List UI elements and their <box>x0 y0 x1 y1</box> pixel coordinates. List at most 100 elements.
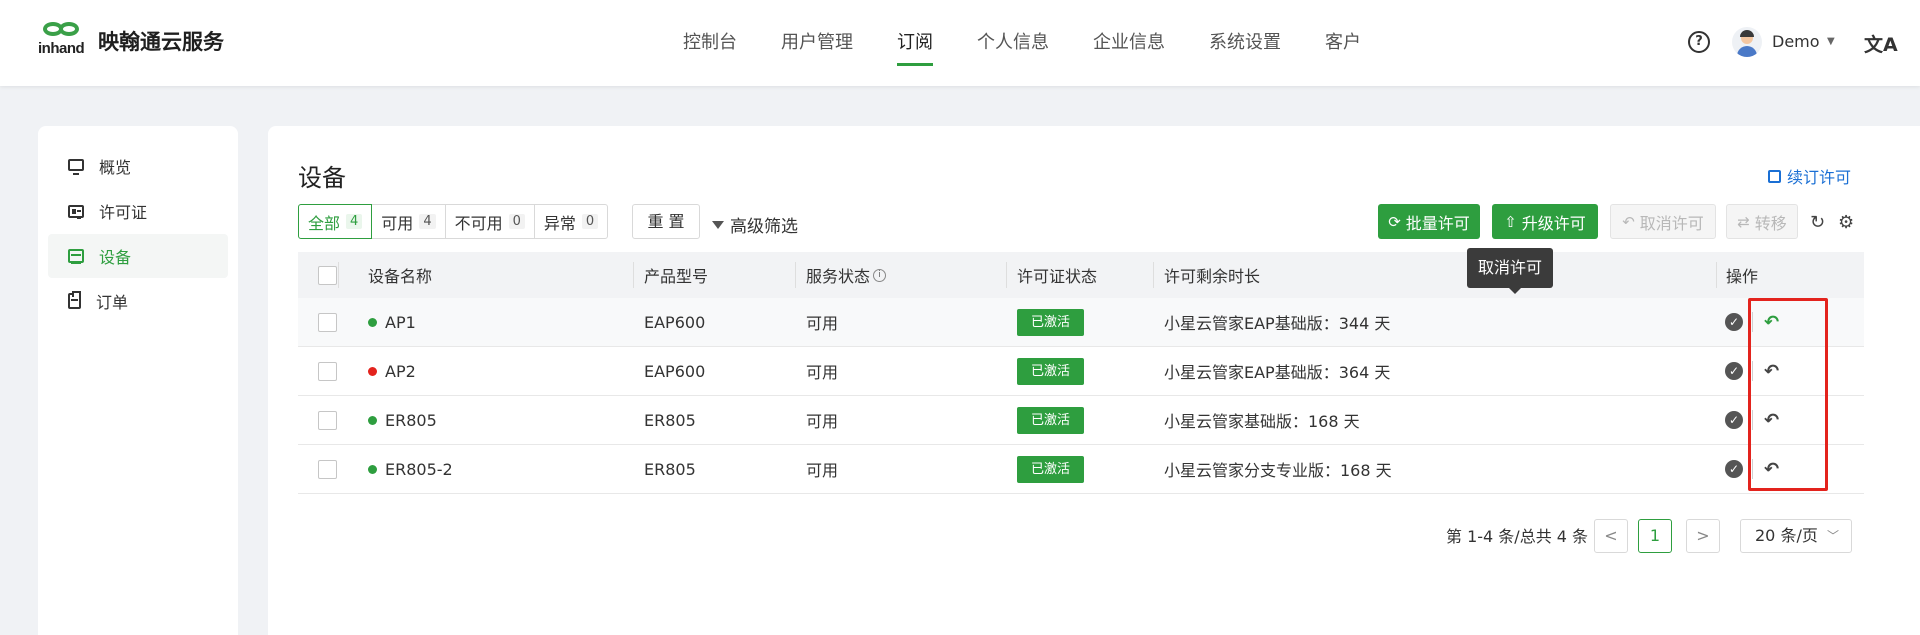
renew-license-link[interactable]: 续订许可 <box>1768 164 1851 188</box>
license-remaining: 小星云管家分支专业版：168 天 <box>1164 461 1392 480</box>
reload-icon[interactable]: ↻ <box>1810 212 1825 233</box>
inhand-logo-icon: inhand <box>38 20 88 64</box>
table-header: 设备名称 产品型号 服务状态 i 许可证状态 许可剩余时长 操作 <box>298 252 1864 298</box>
license-status-badge: 已激活 <box>1017 357 1085 385</box>
brand-logo[interactable]: inhand 映翰通云服务 <box>38 20 224 64</box>
page-title: 设备 <box>298 164 346 192</box>
nav-subscription[interactable]: 订阅 <box>897 0 933 86</box>
chevron-down-icon: ﹀ <box>1826 529 1839 543</box>
transfer-button[interactable]: ⇄ 转移 <box>1726 204 1798 239</box>
table-row[interactable]: ER805-2 ER805 可用 已激活 小星云管家分支专业版：168 天 ✓ … <box>298 445 1864 494</box>
license-status-badge: 已激活 <box>1017 455 1085 483</box>
filter-icon <box>712 220 724 229</box>
sidebar-item-orders[interactable]: 订单 <box>48 279 228 323</box>
advanced-filter-button[interactable]: 高级筛选 <box>712 212 798 237</box>
table-row[interactable]: AP2 EAP600 可用 已激活 小星云管家EAP基础版：364 天 ✓ ↶ <box>298 347 1864 396</box>
service-status: 可用 <box>806 363 839 382</box>
status-dot <box>368 464 377 474</box>
column-remaining[interactable]: 许可剩余时长 <box>1164 252 1260 298</box>
sidebar-item-label: 设备 <box>99 248 132 267</box>
order-icon <box>68 291 81 309</box>
nav-console[interactable]: 控制台 <box>683 0 737 86</box>
transfer-icon: ⇄ <box>1737 212 1750 231</box>
device-model: ER805 <box>644 459 696 479</box>
license-remaining: 小星云管家基础版：168 天 <box>1164 412 1360 431</box>
batch-license-button[interactable]: ⟳ 批量许可 <box>1378 204 1480 239</box>
info-icon[interactable]: i <box>873 268 887 282</box>
status-filter-group: 全部 4 可用 4 不可用 0 异常 0 <box>298 204 609 239</box>
device-icon <box>68 249 84 264</box>
nav-system-settings[interactable]: 系统设置 <box>1209 0 1281 86</box>
nav-personal-info[interactable]: 个人信息 <box>977 0 1049 86</box>
status-dot <box>368 415 377 425</box>
gear-icon[interactable]: ⚙ <box>1838 212 1854 233</box>
undo-icon: ↶ <box>1622 212 1635 231</box>
brand-name: 映翰通云服务 <box>98 30 224 54</box>
column-service-status[interactable]: 服务状态 i <box>806 252 887 298</box>
reset-button[interactable]: 重 置 <box>632 204 700 239</box>
row-checkbox[interactable] <box>318 312 337 332</box>
avatar[interactable] <box>1732 27 1762 57</box>
device-model: EAP600 <box>644 361 706 381</box>
filter-abnormal[interactable]: 异常 0 <box>533 204 609 239</box>
service-status: 可用 <box>806 461 839 480</box>
translate-icon[interactable]: 文A <box>1864 30 1898 57</box>
user-name[interactable]: Demo <box>1772 32 1820 51</box>
table-row[interactable]: ER805 ER805 可用 已激活 小星云管家基础版：168 天 ✓ ↶ <box>298 396 1864 445</box>
device-name[interactable]: ER805 <box>385 411 437 430</box>
sidebar: 概览 许可证 设备 订单 <box>38 126 238 635</box>
sidebar-item-devices[interactable]: 设备 <box>48 234 228 278</box>
prev-page-button[interactable]: < <box>1594 519 1628 553</box>
page-1-button[interactable]: 1 <box>1638 519 1672 553</box>
filter-unavailable[interactable]: 不可用 0 <box>444 204 535 239</box>
column-operations: 操作 <box>1726 267 1759 286</box>
device-model: ER805 <box>644 410 696 430</box>
sidebar-item-label: 许可证 <box>99 203 148 222</box>
check-circle-icon[interactable]: ✓ <box>1725 362 1743 380</box>
device-model: EAP600 <box>644 312 706 332</box>
refresh-icon: ⟳ <box>1388 212 1401 231</box>
nav-company-info[interactable]: 企业信息 <box>1093 0 1165 86</box>
column-model[interactable]: 产品型号 <box>644 252 708 298</box>
caret-down-icon[interactable]: ▼ <box>1827 36 1835 47</box>
dashboard-icon <box>68 158 84 175</box>
device-name[interactable]: AP1 <box>385 313 416 332</box>
license-icon <box>68 204 84 219</box>
row-checkbox[interactable] <box>318 361 337 381</box>
license-status-badge: 已激活 <box>1017 406 1085 434</box>
status-dot <box>368 317 377 327</box>
next-page-button[interactable]: > <box>1686 519 1720 553</box>
sidebar-item-overview[interactable]: 概览 <box>48 144 228 188</box>
filter-all[interactable]: 全部 4 <box>298 204 373 239</box>
check-circle-icon[interactable]: ✓ <box>1725 313 1743 331</box>
device-name[interactable]: ER805-2 <box>385 460 453 479</box>
sidebar-item-license[interactable]: 许可证 <box>48 189 228 233</box>
column-license-status[interactable]: 许可证状态 <box>1017 252 1097 298</box>
service-status: 可用 <box>806 314 839 333</box>
license-status-badge: 已激活 <box>1017 308 1085 336</box>
row-checkbox[interactable] <box>318 410 337 430</box>
column-device-name[interactable]: 设备名称 <box>368 252 432 298</box>
check-circle-icon[interactable]: ✓ <box>1725 411 1743 429</box>
nav-user-management[interactable]: 用户管理 <box>781 0 853 86</box>
row-checkbox[interactable] <box>318 459 337 479</box>
device-name[interactable]: AP2 <box>385 362 416 381</box>
pagination-total: 第 1-4 条/总共 4 条 <box>1446 527 1589 546</box>
license-remaining: 小星云管家EAP基础版：344 天 <box>1164 314 1391 333</box>
upload-icon: ⇧ <box>1504 212 1517 231</box>
filter-available[interactable]: 可用 4 <box>371 204 446 239</box>
main-content: 设备 续订许可 全部 4 可用 4 不可用 0 异常 0 重 置 高级筛选 ⟳ 批量许可 … <box>268 126 1920 635</box>
select-all-checkbox[interactable] <box>318 265 337 285</box>
check-circle-icon[interactable]: ✓ <box>1725 460 1743 478</box>
highlight-annotation <box>1748 298 1828 491</box>
license-remaining: 小星云管家EAP基础版：364 天 <box>1164 363 1391 382</box>
upgrade-license-button[interactable]: ⇧ 升级许可 <box>1492 204 1598 239</box>
page-size-select[interactable]: 20 条/页 ﹀ <box>1740 519 1852 553</box>
service-status: 可用 <box>806 412 839 431</box>
top-header: inhand 映翰通云服务 控制台 用户管理 订阅 个人信息 企业信息 系统设置… <box>0 0 1920 86</box>
revoke-license-button[interactable]: ↶ 取消许可 <box>1610 204 1716 239</box>
revoke-tooltip: 取消许可 <box>1467 248 1554 294</box>
table-row[interactable]: AP1 EAP600 可用 已激活 小星云管家EAP基础版：344 天 ✓ ↶ <box>298 298 1864 347</box>
help-icon[interactable]: ? <box>1688 31 1710 53</box>
nav-customers[interactable]: 客户 <box>1325 0 1361 86</box>
